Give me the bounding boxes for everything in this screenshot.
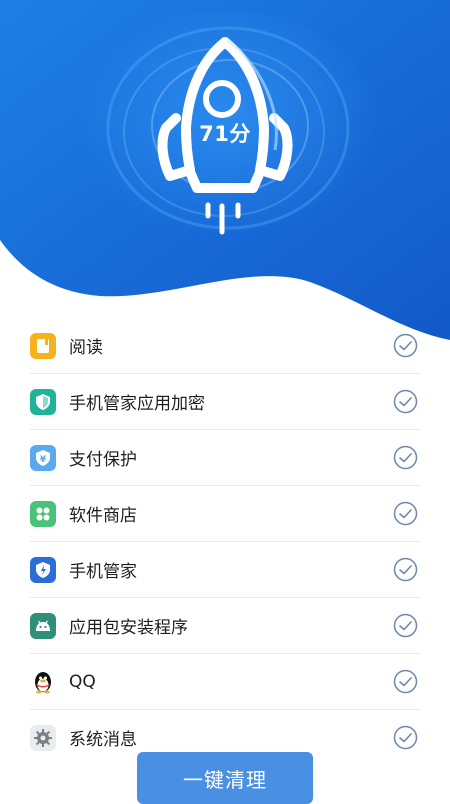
list-item[interactable]: QQ [30,654,420,710]
penguin-icon [30,669,56,695]
list-item[interactable]: 软件商店 [30,486,420,542]
check-circle-icon[interactable] [393,725,418,750]
app-name: 软件商店 [69,506,137,526]
android-installer-icon [30,612,56,639]
yuan-shield-icon: ¥ [30,444,56,471]
one-click-clean-button[interactable]: 一键清理 [137,752,313,804]
gear-icon [30,724,56,751]
app-name: 支付保护 [69,450,137,470]
shield-icon [30,388,56,415]
check-circle-icon[interactable] [393,389,418,414]
app-name: 阅读 [69,338,103,358]
check-circle-icon[interactable] [393,613,418,638]
check-circle-icon[interactable] [393,501,418,526]
app-list: 阅读 手机管家应用加密 ¥ 支付保护 软件商店 手机管家 应用包安装程序 QQ … [30,318,420,765]
app-name: 应用包安装程序 [69,618,188,638]
score-label: 71分 [199,122,251,146]
svg-text:¥: ¥ [40,455,47,465]
list-item[interactable]: 阅读 [30,318,420,374]
app-name: QQ [69,671,96,692]
check-circle-icon[interactable] [393,333,418,358]
check-circle-icon[interactable] [393,669,418,694]
check-circle-icon[interactable] [393,557,418,582]
app-name: 手机管家应用加密 [69,394,205,414]
list-item[interactable]: 手机管家应用加密 [30,374,420,430]
hero-graphic [0,0,450,340]
app-name: 手机管家 [69,562,137,582]
list-item[interactable]: ¥ 支付保护 [30,430,420,486]
hero-banner: 71分 [0,0,450,340]
list-item[interactable]: 手机管家 [30,542,420,598]
check-circle-icon[interactable] [393,445,418,470]
store-icon [30,500,56,527]
book-icon [30,332,56,359]
phone-manager-icon [30,556,56,583]
app-name: 系统消息 [69,730,137,750]
list-item[interactable]: 应用包安装程序 [30,598,420,654]
